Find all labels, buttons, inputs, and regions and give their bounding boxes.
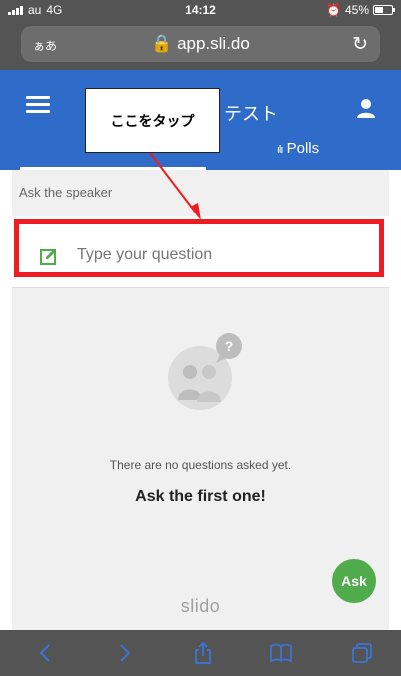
question-placeholder: Type your question: [77, 246, 213, 263]
url-text: app.sli.do: [177, 34, 250, 53]
empty-cta: Ask the first one!: [135, 488, 266, 505]
svg-text:?: ?: [225, 338, 234, 354]
browser-toolbar: [0, 630, 401, 676]
lock-icon: 🔒: [151, 34, 173, 53]
ask-button[interactable]: Ask: [332, 559, 376, 603]
bar-chart-icon: ılı: [276, 144, 283, 156]
hamburger-line: [26, 96, 50, 99]
reload-icon[interactable]: ↻: [352, 33, 368, 56]
tab-polls-label: Polls: [286, 140, 320, 157]
hamburger-line: [26, 110, 50, 113]
edit-icon: [40, 249, 56, 265]
battery-icon: [373, 5, 395, 15]
battery-percentage: 45%: [344, 3, 369, 17]
menu-button[interactable]: [26, 96, 50, 114]
back-icon[interactable]: [34, 641, 58, 665]
share-icon[interactable]: [191, 641, 215, 665]
people-question-icon: ?: [168, 333, 242, 410]
slido-logo: slido: [180, 596, 221, 616]
address-bar[interactable]: ぁあ 🔒 app.sli.do ↻: [21, 26, 380, 62]
bookmarks-icon[interactable]: [269, 641, 293, 665]
event-title: テスト: [224, 104, 278, 124]
tab-polls[interactable]: ılı Polls: [205, 128, 391, 170]
browser-address-area: ぁあ 🔒 app.sli.do ↻: [0, 20, 401, 70]
annotation-callout: ここをタップ: [85, 88, 220, 153]
tabs-icon[interactable]: [350, 641, 374, 665]
status-right: ⏰ 45%: [326, 3, 395, 17]
empty-message: There are no questions asked yet.: [109, 458, 292, 472]
forward-icon[interactable]: [112, 641, 136, 665]
user-icon[interactable]: [355, 97, 377, 119]
hamburger-line: [26, 103, 50, 106]
questions-panel: Ask the speaker Type your question ? The…: [12, 170, 389, 630]
status-bar: au 4G 14:12 ⏰ 45%: [0, 0, 401, 20]
url-display[interactable]: 🔒 app.sli.do: [21, 34, 380, 54]
question-input[interactable]: Type your question: [12, 216, 389, 288]
alarm-icon: ⏰: [326, 3, 341, 17]
section-label: Ask the speaker: [19, 185, 113, 200]
